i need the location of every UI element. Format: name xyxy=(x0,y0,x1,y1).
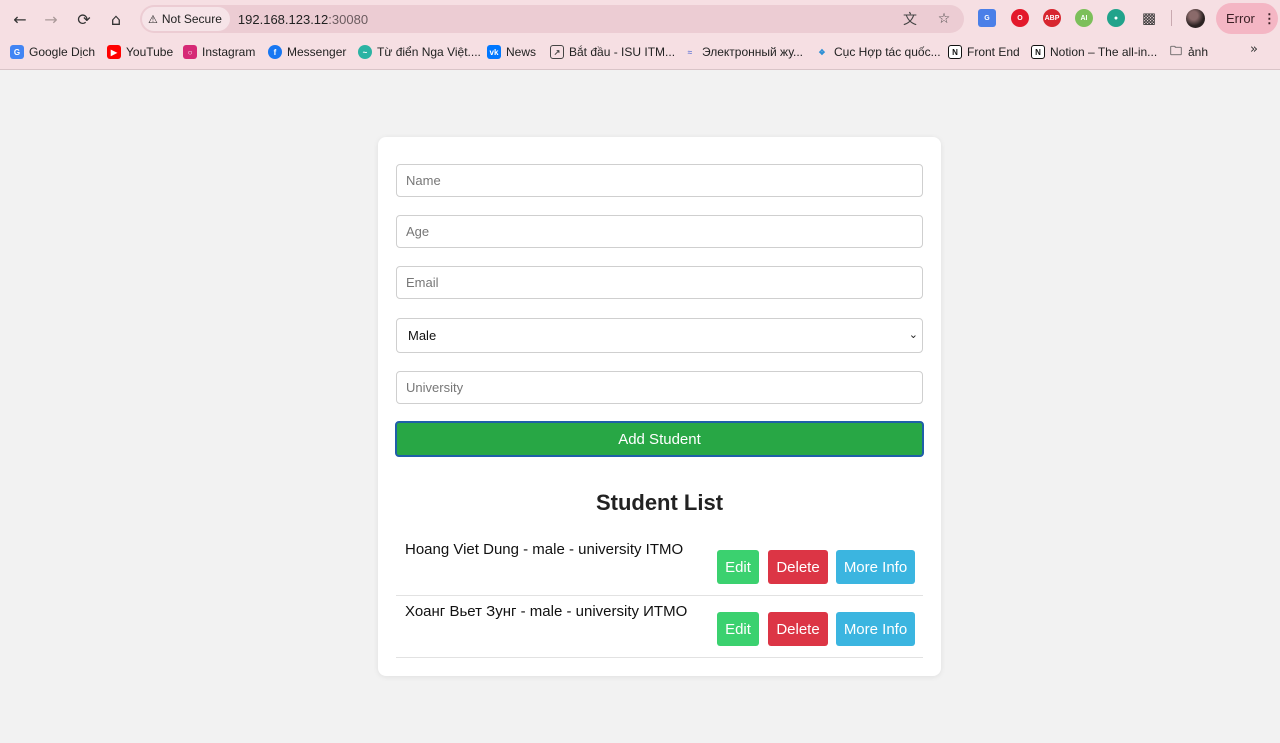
bookmark-tu-dien[interactable]: ~ Từ điển Nga Việt.... xyxy=(358,43,481,61)
youtube-icon: ▶ xyxy=(107,45,121,59)
reload-icon[interactable]: ⟳ xyxy=(72,7,96,31)
bookmark-notion[interactable]: N Notion – The all-in... xyxy=(1031,43,1157,61)
bookmark-label: Front End xyxy=(967,45,1020,59)
url-port: :30080 xyxy=(328,11,369,27)
profile-avatar[interactable] xyxy=(1186,9,1205,28)
university-input[interactable] xyxy=(396,371,923,404)
bookmark-label: News xyxy=(506,45,537,59)
student-row: Хоанг Вьет Зунг - male - university ИТМО… xyxy=(396,596,923,658)
student-list-title: Student List xyxy=(595,490,724,515)
bookmark-folder-anh[interactable]: 🗀 ảnh xyxy=(1169,43,1208,61)
home-icon[interactable]: ⌂ xyxy=(104,7,128,31)
instagram-icon: ○ xyxy=(183,45,197,59)
url-text[interactable]: 192.168.123.12:30080 xyxy=(238,12,368,27)
isu-icon: ↗ xyxy=(550,45,564,59)
warning-icon: ⚠ xyxy=(148,12,158,26)
journal-icon: ≈ xyxy=(687,47,693,57)
edit-button[interactable]: Edit xyxy=(717,612,759,646)
bookmark-google-dich[interactable]: G Google Dịch xyxy=(10,43,95,61)
bookmark-front-end[interactable]: N Front End xyxy=(948,43,1020,61)
student-info-text: Hoang Viet Dung - male - university ITMO xyxy=(405,541,684,558)
ai-extension-icon[interactable]: AI xyxy=(1075,9,1093,27)
bookmark-journal[interactable]: ≈ Электронный жу... xyxy=(683,43,803,61)
bookmark-isu[interactable]: ↗ Bắt đầu - ISU ITM... xyxy=(550,43,675,61)
toolbar-divider xyxy=(1171,10,1172,26)
student-info-text: Хоанг Вьет Зунг - male - university ИТМО xyxy=(405,603,688,620)
google-translate-extension-icon[interactable]: G xyxy=(978,9,996,27)
email-input[interactable] xyxy=(396,266,923,299)
bookmark-label: Notion – The all-in... xyxy=(1050,45,1158,59)
folder-icon: 🗀 xyxy=(1169,43,1182,58)
bookmark-youtube[interactable]: ▶ YouTube xyxy=(107,43,173,61)
more-info-button[interactable]: More Info xyxy=(836,550,915,584)
bookmark-star-icon[interactable]: ☆ xyxy=(934,9,954,29)
extensions-puzzle-icon[interactable]: ▩ xyxy=(1139,8,1159,28)
bookmark-news[interactable]: vk News xyxy=(487,43,536,61)
facebook-icon: f xyxy=(268,45,282,59)
notion-icon: N xyxy=(1031,45,1045,59)
bookmark-label: Google Dịch xyxy=(29,45,96,59)
bookmark-label: Cục Hợp tác quốc... xyxy=(834,45,941,59)
profile-error-button[interactable]: Error ⋮ xyxy=(1216,3,1278,34)
address-bar[interactable]: ⚠ Not Secure 192.168.123.12:30080 文 ☆ xyxy=(140,5,964,33)
google-translate-icon: G xyxy=(10,45,24,59)
opera-extension-icon[interactable]: O xyxy=(1011,9,1029,27)
kebab-menu-icon: ⋮ xyxy=(1262,10,1276,26)
bookmark-cuc-hop-tac[interactable]: ❖ Cục Hợp tác quốc... xyxy=(815,43,941,61)
student-form-card: Male ⌄ Add Student Student List Hoang Vi… xyxy=(378,137,941,676)
security-label: Not Secure xyxy=(161,12,222,26)
bookmark-label: Bắt đầu - ISU ITM... xyxy=(569,45,676,59)
bookmark-label: Электронный жу... xyxy=(702,45,804,59)
bookmark-label: Từ điển Nga Việt.... xyxy=(377,45,481,59)
add-student-button[interactable]: Add Student xyxy=(395,421,924,457)
cooperation-icon: ❖ xyxy=(818,47,826,57)
bookmark-label: Messenger xyxy=(287,45,347,59)
name-input[interactable] xyxy=(396,164,923,197)
bookmark-label: ảnh xyxy=(1188,45,1209,59)
url-host: 192.168.123.12 xyxy=(237,11,329,27)
security-chip[interactable]: ⚠ Not Secure xyxy=(142,7,230,31)
age-input[interactable] xyxy=(396,215,923,248)
back-arrow-icon[interactable]: ← xyxy=(8,7,32,31)
delete-button[interactable]: Delete xyxy=(768,550,828,584)
more-info-button[interactable]: More Info xyxy=(836,612,915,646)
shield-extension-icon[interactable]: ● xyxy=(1107,9,1125,27)
gender-selected-value: Male xyxy=(408,328,437,343)
profile-error-label: Error xyxy=(1226,11,1255,26)
bookmark-messenger[interactable]: f Messenger xyxy=(268,43,346,61)
bookmark-label: Instagram xyxy=(202,45,256,59)
browser-toolbar: ← → ⟳ ⌂ ⚠ Not Secure 192.168.123.12:3008… xyxy=(0,0,1280,37)
more-bookmarks-icon[interactable]: » xyxy=(1250,42,1258,57)
adblock-plus-extension-icon[interactable]: ABP xyxy=(1043,9,1061,27)
vk-icon: vk xyxy=(487,45,501,59)
browser-chrome: ← → ⟳ ⌂ ⚠ Not Secure 192.168.123.12:3008… xyxy=(0,0,1280,70)
forward-arrow-icon[interactable]: → xyxy=(39,7,63,31)
delete-button[interactable]: Delete xyxy=(768,612,828,646)
dictionary-icon: ~ xyxy=(358,45,372,59)
edit-button[interactable]: Edit xyxy=(717,550,759,584)
bookmarks-bar: G Google Dịch ▶ YouTube ○ Instagram f Me… xyxy=(0,40,1280,64)
gender-select[interactable]: Male ⌄ xyxy=(396,318,923,353)
student-row: Hoang Viet Dung - male - university ITMO… xyxy=(396,534,923,596)
notion-icon: N xyxy=(948,45,962,59)
bookmark-instagram[interactable]: ○ Instagram xyxy=(183,43,255,61)
chevron-down-icon: ⌄ xyxy=(908,328,918,341)
bookmark-label: YouTube xyxy=(126,45,174,59)
translate-page-icon[interactable]: 文 xyxy=(900,9,920,29)
